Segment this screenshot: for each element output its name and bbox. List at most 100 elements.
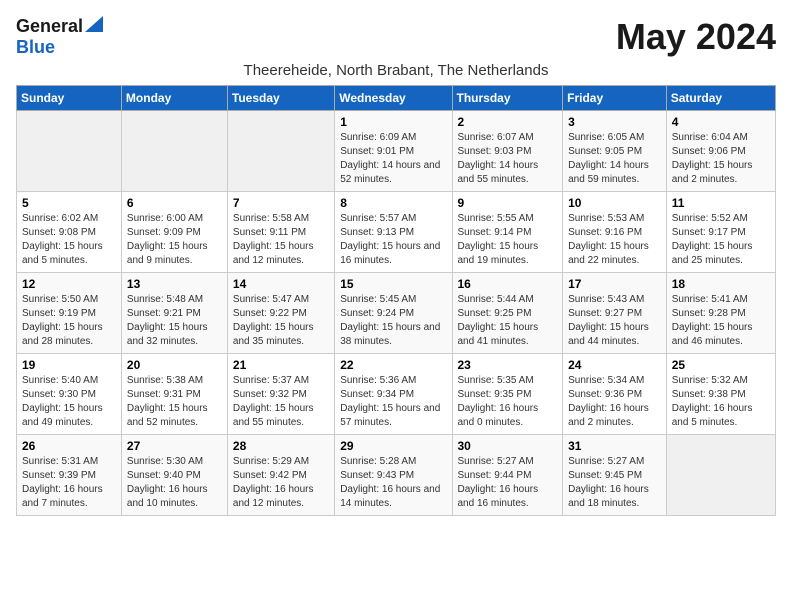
table-row: 9 Sunrise: 5:55 AMSunset: 9:14 PMDaylight… (452, 192, 563, 273)
day-number: 7 (233, 196, 329, 210)
day-info: Sunrise: 5:28 AMSunset: 9:43 PMDaylight:… (340, 455, 446, 511)
day-info: Sunrise: 5:35 AMSunset: 9:35 PMDaylight:… (458, 374, 558, 430)
table-row (17, 111, 122, 192)
calendar-week-row: 12 Sunrise: 5:50 AMSunset: 9:19 PMDayligh… (17, 273, 776, 354)
day-number: 9 (458, 196, 558, 210)
calendar-table: Sunday Monday Tuesday Wednesday Thursday… (16, 85, 776, 516)
col-sunday: Sunday (17, 86, 122, 111)
table-row: 21 Sunrise: 5:37 AMSunset: 9:32 PMDayligh… (227, 354, 334, 435)
calendar-header-row: Sunday Monday Tuesday Wednesday Thursday… (17, 86, 776, 111)
day-number: 14 (233, 277, 329, 291)
table-row: 28 Sunrise: 5:29 AMSunset: 9:42 PMDayligh… (227, 435, 334, 516)
day-info: Sunrise: 5:40 AMSunset: 9:30 PMDaylight:… (22, 374, 116, 430)
table-row (121, 111, 227, 192)
day-info: Sunrise: 5:38 AMSunset: 9:31 PMDaylight:… (127, 374, 222, 430)
day-number: 17 (568, 277, 661, 291)
day-info: Sunrise: 5:27 AMSunset: 9:44 PMDaylight:… (458, 455, 558, 511)
day-info: Sunrise: 5:44 AMSunset: 9:25 PMDaylight:… (458, 293, 558, 349)
day-number: 16 (458, 277, 558, 291)
calendar-week-row: 5 Sunrise: 6:02 AMSunset: 9:08 PMDaylight… (17, 192, 776, 273)
col-saturday: Saturday (666, 86, 775, 111)
table-row: 31 Sunrise: 5:27 AMSunset: 9:45 PMDayligh… (563, 435, 667, 516)
day-info: Sunrise: 5:53 AMSunset: 9:16 PMDaylight:… (568, 212, 661, 268)
table-row: 25 Sunrise: 5:32 AMSunset: 9:38 PMDayligh… (666, 354, 775, 435)
day-info: Sunrise: 6:07 AMSunset: 9:03 PMDaylight:… (458, 131, 558, 187)
table-row: 20 Sunrise: 5:38 AMSunset: 9:31 PMDayligh… (121, 354, 227, 435)
day-number: 13 (127, 277, 222, 291)
month-title: May 2024 (616, 16, 776, 58)
table-row: 15Sunrise: 5:45 AMSunset: 9:24 PMDayligh… (335, 273, 452, 354)
day-info: Sunrise: 5:55 AMSunset: 9:14 PMDaylight:… (458, 212, 558, 268)
col-wednesday: Wednesday (335, 86, 452, 111)
table-row: 13 Sunrise: 5:48 AMSunset: 9:21 PMDayligh… (121, 273, 227, 354)
day-info: Sunrise: 5:50 AMSunset: 9:19 PMDaylight:… (22, 293, 116, 349)
logo: General Blue (16, 16, 103, 58)
day-info: Sunrise: 6:02 AMSunset: 9:08 PMDaylight:… (22, 212, 116, 268)
table-row: 22 Sunrise: 5:36 AMSunset: 9:34 PMDayligh… (335, 354, 452, 435)
table-row: 7 Sunrise: 5:58 AMSunset: 9:11 PMDaylight… (227, 192, 334, 273)
day-number: 12 (22, 277, 116, 291)
col-tuesday: Tuesday (227, 86, 334, 111)
day-number: 22 (340, 358, 446, 372)
table-row: 12 Sunrise: 5:50 AMSunset: 9:19 PMDayligh… (17, 273, 122, 354)
table-row: 18 Sunrise: 5:41 AMSunset: 9:28 PMDayligh… (666, 273, 775, 354)
table-row (227, 111, 334, 192)
table-row: 23Sunrise: 5:35 AMSunset: 9:35 PMDayligh… (452, 354, 563, 435)
subtitle: Theereheide, North Brabant, The Netherla… (16, 62, 776, 79)
day-number: 31 (568, 439, 661, 453)
day-number: 11 (672, 196, 770, 210)
logo-blue-text: Blue (16, 37, 55, 57)
calendar-week-row: 19 Sunrise: 5:40 AMSunset: 9:30 PMDayligh… (17, 354, 776, 435)
table-row: 11 Sunrise: 5:52 AMSunset: 9:17 PMDayligh… (666, 192, 775, 273)
day-number: 8 (340, 196, 446, 210)
day-number: 29 (340, 439, 446, 453)
day-info: Sunrise: 5:31 AMSunset: 9:39 PMDaylight:… (22, 455, 116, 511)
day-info: Sunrise: 6:05 AMSunset: 9:05 PMDaylight:… (568, 131, 661, 187)
day-info: Sunrise: 6:04 AMSunset: 9:06 PMDaylight:… (672, 131, 770, 187)
day-info: Sunrise: 5:27 AMSunset: 9:45 PMDaylight:… (568, 455, 661, 511)
day-number: 18 (672, 277, 770, 291)
day-info: Sunrise: 5:58 AMSunset: 9:11 PMDaylight:… (233, 212, 329, 268)
table-row: 16 Sunrise: 5:44 AMSunset: 9:25 PMDayligh… (452, 273, 563, 354)
day-info: Sunrise: 5:37 AMSunset: 9:32 PMDaylight:… (233, 374, 329, 430)
table-row: 2 Sunrise: 6:07 AMSunset: 9:03 PMDaylight… (452, 111, 563, 192)
day-number: 30 (458, 439, 558, 453)
day-number: 6 (127, 196, 222, 210)
table-row: 30 Sunrise: 5:27 AMSunset: 9:44 PMDayligh… (452, 435, 563, 516)
day-info: Sunrise: 5:48 AMSunset: 9:21 PMDaylight:… (127, 293, 222, 349)
calendar-week-row: 26 Sunrise: 5:31 AMSunset: 9:39 PMDayligh… (17, 435, 776, 516)
table-row: 8Sunrise: 5:57 AMSunset: 9:13 PMDaylight… (335, 192, 452, 273)
table-row: 4 Sunrise: 6:04 AMSunset: 9:06 PMDaylight… (666, 111, 775, 192)
day-info: Sunrise: 5:32 AMSunset: 9:38 PMDaylight:… (672, 374, 770, 430)
table-row: 14Sunrise: 5:47 AMSunset: 9:22 PMDayligh… (227, 273, 334, 354)
day-info: Sunrise: 5:45 AMSunset: 9:24 PMDaylight:… (340, 293, 446, 349)
day-number: 25 (672, 358, 770, 372)
day-number: 19 (22, 358, 116, 372)
day-number: 1 (340, 115, 446, 129)
table-row: 29 Sunrise: 5:28 AMSunset: 9:43 PMDayligh… (335, 435, 452, 516)
day-info: Sunrise: 5:52 AMSunset: 9:17 PMDaylight:… (672, 212, 770, 268)
day-number: 2 (458, 115, 558, 129)
logo-icon (85, 16, 103, 32)
table-row: 5 Sunrise: 6:02 AMSunset: 9:08 PMDaylight… (17, 192, 122, 273)
day-number: 27 (127, 439, 222, 453)
table-row: 6Sunrise: 6:00 AMSunset: 9:09 PMDaylight… (121, 192, 227, 273)
day-info: Sunrise: 5:29 AMSunset: 9:42 PMDaylight:… (233, 455, 329, 511)
day-info: Sunrise: 5:43 AMSunset: 9:27 PMDaylight:… (568, 293, 661, 349)
day-number: 20 (127, 358, 222, 372)
col-monday: Monday (121, 86, 227, 111)
day-number: 28 (233, 439, 329, 453)
table-row: 19 Sunrise: 5:40 AMSunset: 9:30 PMDayligh… (17, 354, 122, 435)
day-info: Sunrise: 5:30 AMSunset: 9:40 PMDaylight:… (127, 455, 222, 511)
day-number: 4 (672, 115, 770, 129)
header: General Blue May 2024 (16, 16, 776, 58)
day-info: Sunrise: 5:41 AMSunset: 9:28 PMDaylight:… (672, 293, 770, 349)
day-info: Sunrise: 5:36 AMSunset: 9:34 PMDaylight:… (340, 374, 446, 430)
table-row: 17 Sunrise: 5:43 AMSunset: 9:27 PMDayligh… (563, 273, 667, 354)
day-number: 21 (233, 358, 329, 372)
table-row: 10Sunrise: 5:53 AMSunset: 9:16 PMDayligh… (563, 192, 667, 273)
table-row: 3 Sunrise: 6:05 AMSunset: 9:05 PMDaylight… (563, 111, 667, 192)
day-number: 5 (22, 196, 116, 210)
day-number: 26 (22, 439, 116, 453)
day-number: 3 (568, 115, 661, 129)
